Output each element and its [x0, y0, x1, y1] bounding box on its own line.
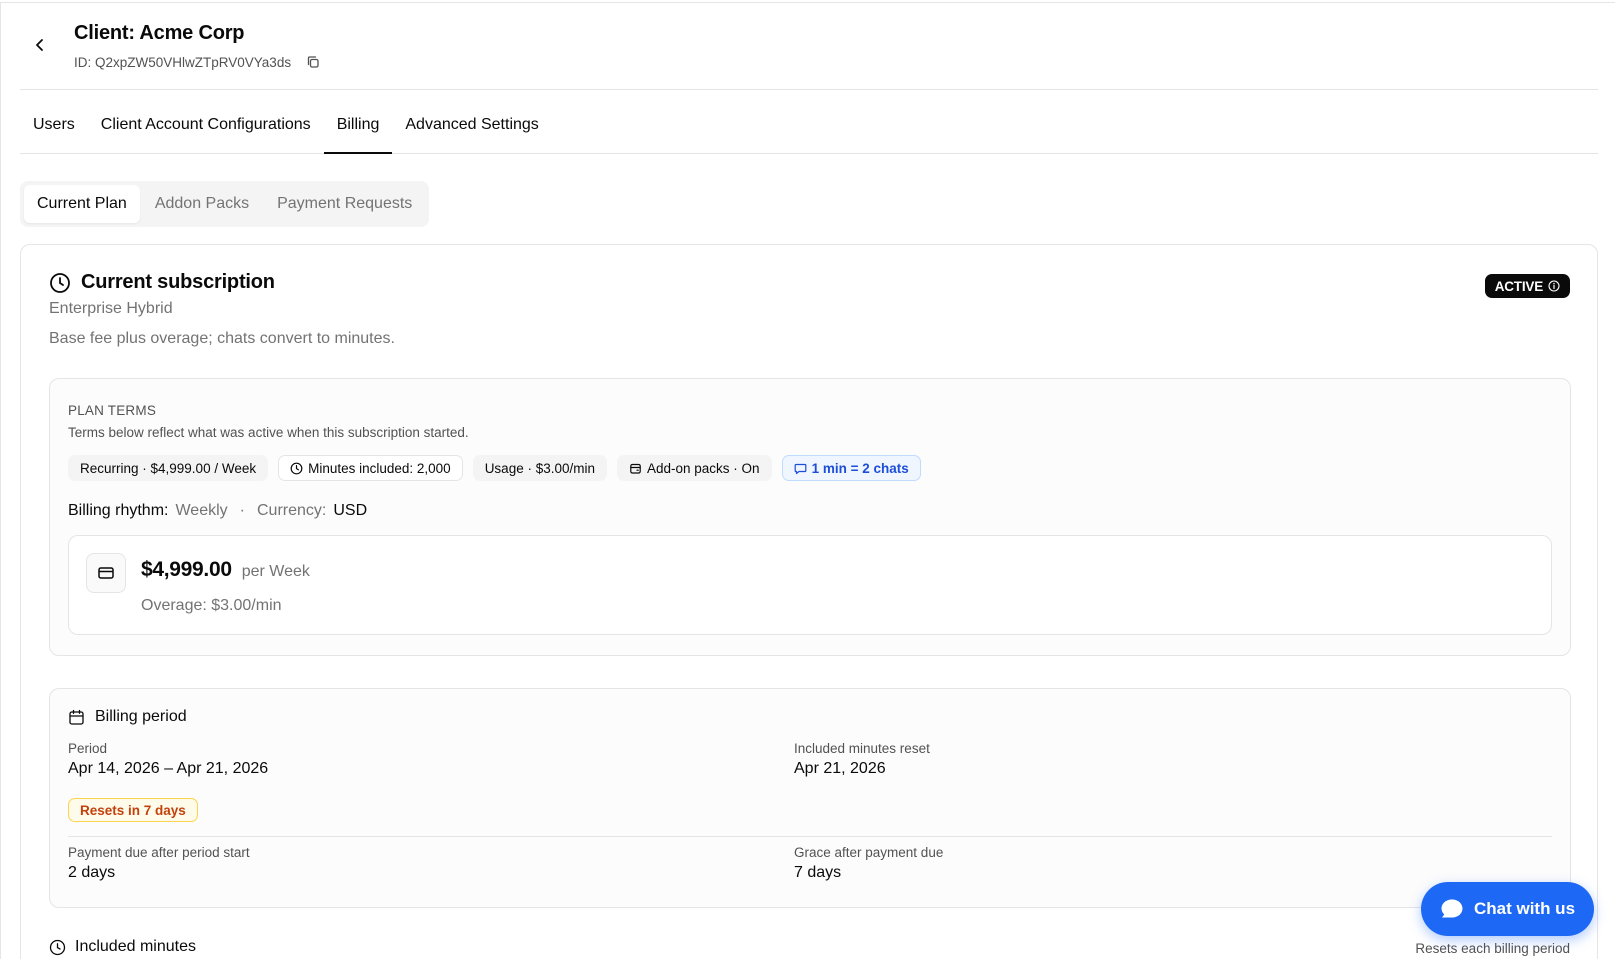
subtab-addon-packs[interactable]: Addon Packs: [142, 185, 262, 223]
included-minutes-heading: Included minutes: [49, 938, 196, 956]
subscription-heading: Current subscription: [49, 271, 275, 294]
client-header: Client: Acme Corp ID: Q2xpZW50VHlwZTpRV0…: [20, 3, 1598, 90]
back-button[interactable]: [30, 35, 50, 55]
subscription-title: Current subscription: [81, 271, 275, 293]
plan-terms-chips: Recurring · $4,999.00 / Week Minutes inc…: [68, 455, 921, 481]
chat-bubble-icon: [794, 463, 806, 474]
billing-rhythm-label: Billing rhythm:: [68, 502, 169, 519]
chat-with-us-button[interactable]: Chat with us: [1421, 882, 1594, 936]
reset-label: Included minutes reset: [794, 741, 930, 756]
tab-client-account-configurations[interactable]: Client Account Configurations: [88, 107, 324, 153]
subtab-current-plan[interactable]: Current Plan: [24, 185, 140, 223]
plan-terms-note: Terms below reflect what was active when…: [68, 425, 469, 440]
billing-rhythm-row: Billing rhythm: Weekly · Currency: USD: [68, 502, 367, 520]
chat-bubble-icon: [1441, 899, 1463, 918]
price-amount: $4,999.00: [141, 558, 232, 581]
reset-value: Apr 21, 2026: [794, 760, 886, 777]
grace-value: 7 days: [794, 864, 842, 881]
plan-terms-panel: PLAN TERMS Terms below reflect what was …: [49, 378, 1571, 656]
calendar-icon: [69, 709, 84, 725]
client-id-row: ID: Q2xpZW50VHlwZTpRV0VYa3ds: [74, 54, 321, 70]
period-field: Period Apr 14, 2026 – Apr 21, 2026: [68, 741, 268, 778]
tab-users[interactable]: Users: [20, 107, 88, 153]
chip-recurring-label: Recurring · $4,999.00 / Week: [80, 460, 257, 476]
plan-name: Enterprise Hybrid: [49, 300, 173, 317]
chat-button-label: Chat with us: [1473, 899, 1576, 918]
chip-addon-packs-label: Add-on packs · On: [647, 460, 760, 476]
divider: [68, 836, 1552, 837]
billing-period-panel: Billing period Period Apr 14, 2026 – Apr…: [49, 688, 1571, 908]
left-border: [0, 2, 1, 959]
overage-rate: Overage: $3.00/min: [141, 597, 282, 614]
chevron-left-icon: [36, 39, 43, 51]
grace-label: Grace after payment due: [794, 845, 944, 860]
tab-billing[interactable]: Billing: [323, 107, 393, 154]
grace-field: Grace after payment due 7 days: [794, 845, 943, 882]
chip-addon-packs: Add-on packs · On: [617, 455, 772, 481]
package-icon: [630, 463, 641, 474]
included-minutes-note: Resets each billing period: [1415, 941, 1570, 956]
price-row: $4,999.00 per Week: [141, 558, 310, 582]
status-badge[interactable]: ACTIVE: [1484, 274, 1570, 298]
plan-terms-label: PLAN TERMS: [68, 403, 157, 418]
payment-due-value: 2 days: [68, 864, 116, 881]
payment-due-label: Payment due after period start: [68, 845, 250, 860]
chip-chat-conversion: 1 min = 2 chats: [781, 455, 921, 481]
resets-badge: Resets in 7 days: [68, 798, 198, 822]
page-title: Client: Acme Corp: [74, 22, 245, 44]
billing-period-title: Billing period: [95, 708, 187, 725]
clock-icon: [290, 462, 303, 474]
tab-advanced-settings[interactable]: Advanced Settings: [392, 107, 551, 153]
credit-card-icon-box: [86, 553, 126, 593]
credit-card-icon: [98, 567, 114, 579]
clock-icon: [49, 939, 66, 955]
subscription-card: Current subscription Enterprise Hybrid B…: [20, 244, 1598, 959]
info-icon: [1548, 280, 1560, 292]
billing-sub-tabs: Current Plan Addon Packs Payment Request…: [20, 181, 430, 227]
billing-rhythm-value: Weekly: [175, 502, 228, 519]
reset-field: Included minutes reset Apr 21, 2026: [794, 741, 930, 778]
copy-id-button[interactable]: [305, 54, 321, 70]
price-summary: $4,999.00 per Week Overage: $3.00/min: [68, 535, 1552, 635]
subtab-payment-requests[interactable]: Payment Requests: [264, 185, 425, 223]
chip-usage-label: Usage · $3.00/min: [484, 460, 595, 476]
chip-recurring: Recurring · $4,999.00 / Week: [68, 455, 269, 481]
chip-chat-conversion-label: 1 min = 2 chats: [811, 460, 909, 476]
client-id: ID: Q2xpZW50VHlwZTpRV0VYa3ds: [74, 54, 292, 70]
chip-minutes-included-label: Minutes included: 2,000: [308, 460, 451, 476]
status-badge-label: ACTIVE: [1494, 278, 1544, 294]
period-value: Apr 14, 2026 – Apr 21, 2026: [68, 760, 269, 777]
price-period: per Week: [241, 563, 310, 580]
currency-label: Currency:: [256, 502, 327, 519]
chip-minutes-included: Minutes included: 2,000: [278, 455, 463, 481]
period-label: Period: [68, 741, 108, 756]
separator-dot: ·: [239, 502, 245, 519]
clock-icon: [50, 272, 70, 293]
included-minutes-title: Included minutes: [75, 938, 196, 955]
copy-icon: [307, 56, 319, 68]
currency-value: USD: [333, 502, 368, 519]
main-tabs: Users Client Account Configurations Bill…: [20, 107, 1598, 154]
chip-usage: Usage · $3.00/min: [472, 455, 607, 481]
plan-description: Base fee plus overage; chats convert to …: [49, 330, 395, 347]
payment-due-field: Payment due after period start 2 days: [68, 845, 250, 882]
billing-period-heading: Billing period: [68, 708, 187, 726]
